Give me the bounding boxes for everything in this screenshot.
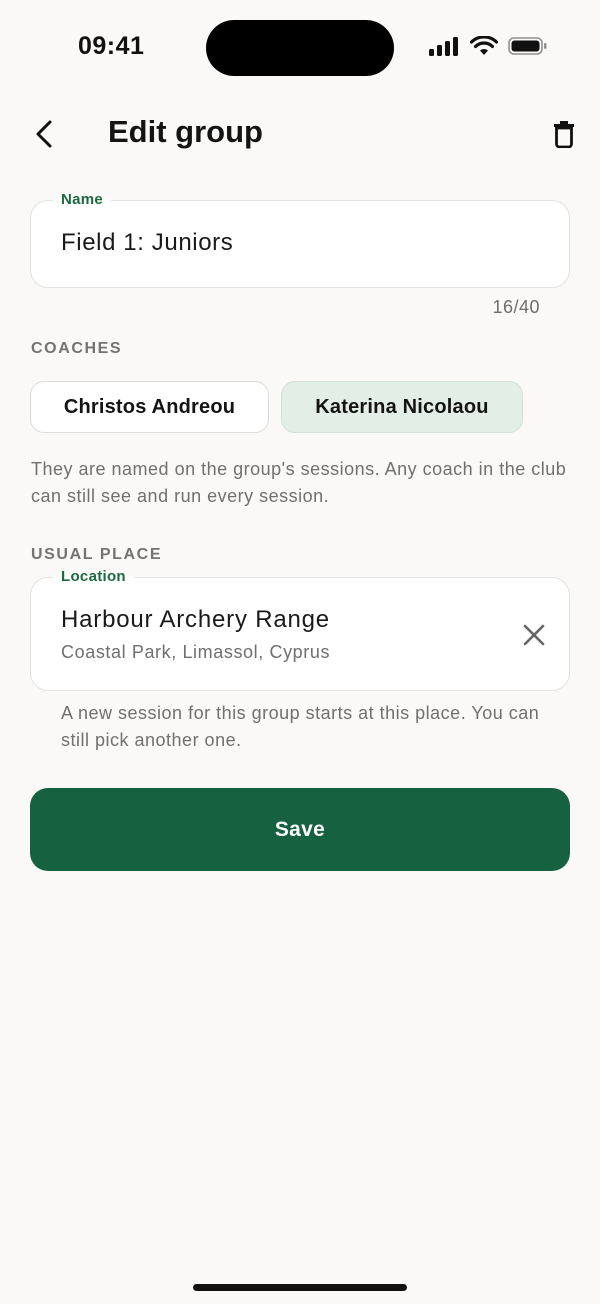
trash-icon	[554, 121, 574, 148]
character-counter: 16/40	[492, 297, 540, 317]
clear-location-button[interactable]	[517, 618, 551, 652]
location-title: Harbour Archery Range	[61, 606, 330, 633]
battery-icon	[508, 37, 547, 55]
delete-group-button[interactable]	[546, 116, 582, 152]
name-field-label: Name	[53, 191, 112, 208]
back-button[interactable]	[26, 116, 62, 152]
coach-chip-katerina-nicolaou[interactable]: Katerina Nicolaou	[281, 381, 523, 433]
status-time: 09:41	[78, 32, 145, 60]
coaches-help-text: They are named on the group's sessions. …	[31, 459, 567, 506]
name-input[interactable]	[61, 229, 541, 257]
coach-chip-label: Christos Andreou	[63, 395, 236, 418]
coach-chip-christos-andreou[interactable]: Christos Andreou	[30, 381, 269, 433]
status-icons	[428, 36, 548, 56]
name-field[interactable]: Name	[30, 191, 570, 288]
edit-group-screen: 09:41 Edit group Name Field 1: Juniors 1…	[0, 0, 600, 1304]
location-field-label: Location	[53, 568, 134, 585]
signal-icon	[429, 37, 458, 56]
location-field[interactable]: Location Harbour Archery Range Coastal P…	[30, 568, 570, 691]
home-indicator	[193, 1284, 407, 1291]
save-button[interactable]: Save	[30, 788, 570, 871]
close-icon	[523, 624, 545, 646]
dynamic-island	[206, 20, 394, 76]
chevron-left-icon	[36, 120, 52, 148]
usual-place-section-label: USUAL PLACE	[31, 546, 163, 563]
page-title: Edit group	[108, 114, 263, 149]
wifi-icon	[470, 36, 498, 55]
location-subtitle: Coastal Park, Limassol, Cyprus	[61, 642, 331, 662]
coach-chip-label: Katerina Nicolaou	[315, 395, 489, 418]
coaches-section-label: COACHES	[31, 340, 123, 357]
location-help-text: A new session for this group starts at t…	[61, 703, 540, 750]
